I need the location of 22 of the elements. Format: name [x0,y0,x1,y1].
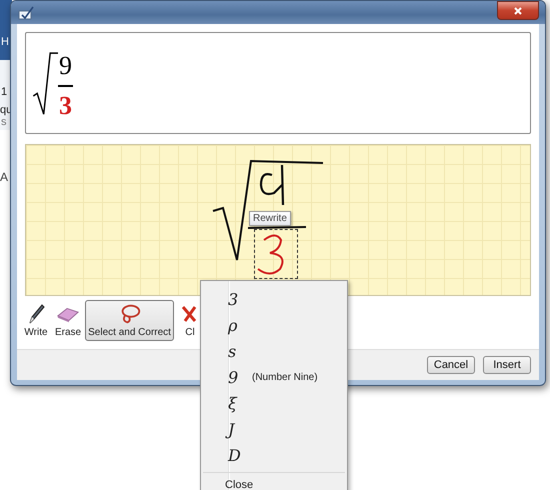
close-icon [513,6,523,16]
numerator: 9 [59,51,72,81]
menu-item[interactable]: Close [201,475,347,490]
menu-item[interactable]: s [201,338,347,364]
selection-box [254,229,298,279]
background-text: 1 [1,86,8,98]
background-text: A [0,170,8,184]
tool-button[interactable]: Select and Correct [85,300,174,341]
close-button[interactable] [497,1,539,20]
dialog-button[interactable]: Cancel [427,356,475,374]
tooltip: Rewrite [249,211,291,226]
menu-item[interactable]: 9 (Number Nine) [201,364,347,390]
app-icon [18,6,34,20]
menu-item[interactable]: D [201,442,347,468]
background-text: s [1,116,6,128]
tool-button[interactable]: Erase [52,300,84,341]
dialog-button[interactable]: Insert [483,356,531,374]
denominator: 3 [59,91,72,121]
menu-item[interactable]: ξ [201,390,347,416]
background-text: H [1,36,9,48]
menu-item[interactable]: J [201,416,347,442]
tool-button[interactable]: Write [21,300,51,341]
